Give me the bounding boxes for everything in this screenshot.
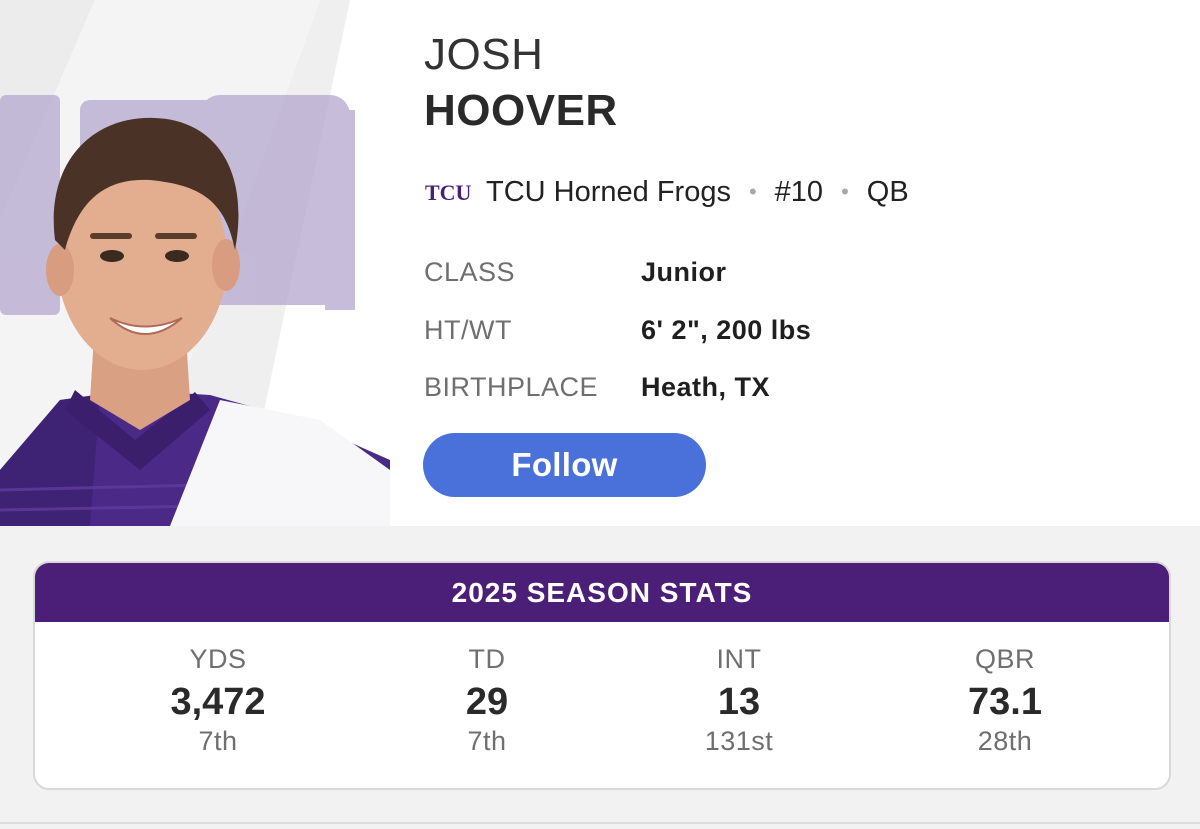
stat-value: 3,472 — [170, 681, 266, 723]
stat-touchdowns: TD 29 7th — [357, 644, 617, 760]
stat-label: YDS — [189, 644, 247, 674]
player-position: QB — [866, 175, 909, 208]
separator-dot: • — [748, 179, 757, 204]
bio-row-class: CLASS Junior — [424, 244, 811, 302]
player-last-name: HOOVER — [424, 86, 618, 135]
stat-rank: 7th — [198, 726, 238, 756]
bio-label: BIRTHPLACE — [424, 372, 599, 403]
headshot-image — [0, 0, 420, 526]
stat-rank: 28th — [977, 726, 1033, 756]
stat-interceptions: INT 13 131st — [609, 644, 869, 760]
bio-value: Junior — [641, 257, 727, 288]
jersey-number: #10 — [774, 175, 824, 208]
divider — [0, 822, 1200, 824]
stat-rank: 131st — [704, 726, 774, 756]
stat-qbr: QBR 73.1 28th — [875, 644, 1135, 760]
stat-label: INT — [716, 644, 762, 674]
bio-label: CLASS — [424, 257, 516, 288]
stat-label: QBR — [974, 644, 1035, 674]
bio-value: 6' 2", 200 lbs — [641, 314, 812, 345]
bio-row-birthplace: BIRTHPLACE Heath, TX — [424, 359, 811, 417]
player-bio: CLASS Junior HT/WT 6' 2", 200 lbs BIRTHP… — [424, 244, 811, 417]
svg-text:TCU: TCU — [425, 180, 472, 205]
season-stats-card: 2025 SEASON STATS YDS 3,472 7th TD 29 7t… — [33, 561, 1171, 790]
stat-value: 73.1 — [968, 681, 1042, 723]
team-name-link[interactable]: TCU Horned Frogs — [486, 176, 731, 209]
player-header: JOSH HOOVER TCU TCU Horned Frogs • #10 •… — [0, 0, 1200, 526]
team-info-row: TCU TCU Horned Frogs • #10 • QB — [424, 172, 909, 212]
stat-value: 29 — [465, 681, 509, 723]
follow-button[interactable]: Follow — [423, 433, 706, 497]
bio-label: HT/WT — [424, 314, 512, 345]
player-headshot — [0, 0, 420, 526]
stat-label: TD — [468, 644, 506, 674]
player-first-name: JOSH — [424, 30, 544, 79]
stat-value: 13 — [717, 681, 761, 723]
separator-dot: • — [841, 179, 849, 204]
bio-row-height-weight: HT/WT 6' 2", 200 lbs — [424, 302, 811, 360]
stat-yards: YDS 3,472 7th — [88, 644, 348, 760]
season-stats-title: 2025 SEASON STATS — [35, 563, 1169, 622]
tcu-logo-icon: TCU — [425, 180, 472, 205]
bio-value: Heath, TX — [641, 372, 771, 403]
stat-rank: 7th — [467, 726, 507, 756]
